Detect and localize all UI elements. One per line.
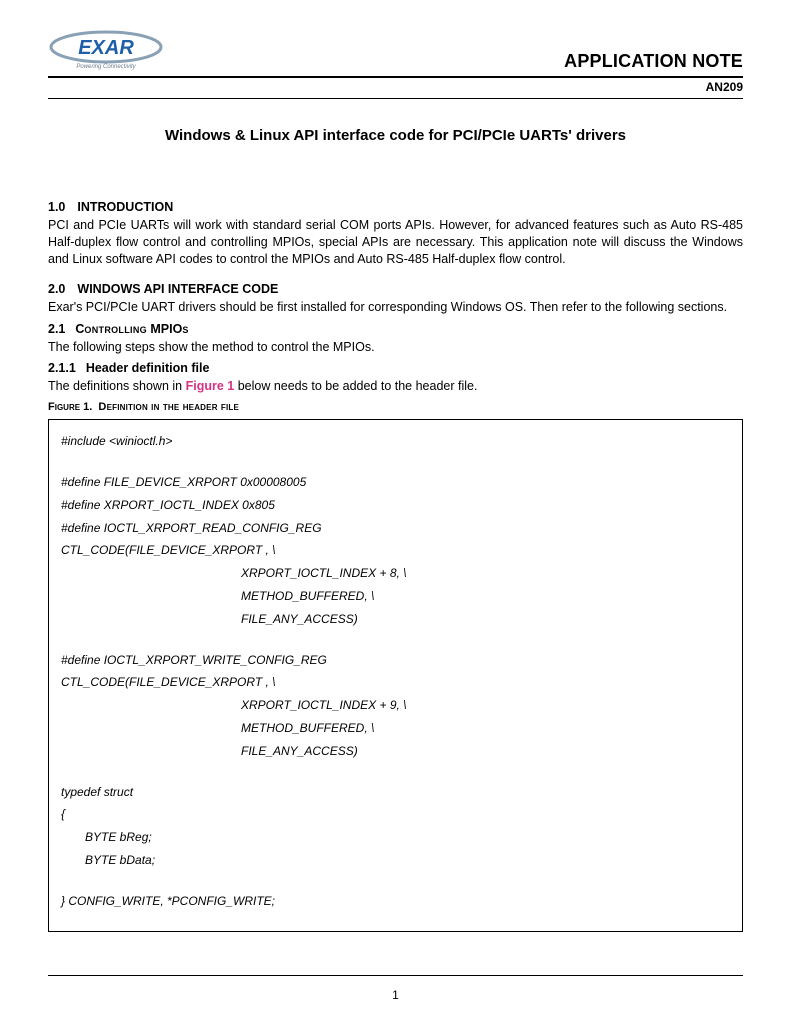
section-2-body: Exar's PCI/PCIe UART drivers should be f… <box>48 299 743 316</box>
figure-title: Definition in the header file <box>98 401 239 413</box>
section-2-heading: 2.0 WINDOWS API INTERFACE CODE <box>48 282 743 296</box>
page-header: EXAR Powering Connectivity APPLICATION N… <box>48 30 743 78</box>
section-2-1-1-heading: 2.1.1 Header definition file <box>48 361 743 375</box>
section-1-body: PCI and PCIe UARTs will work with standa… <box>48 217 743 268</box>
section-2-1-heading: 2.1 Controlling MPIOs <box>48 322 743 336</box>
section-number: 2.1.1 <box>48 361 76 375</box>
section-number: 2.0 <box>48 282 65 296</box>
section-title: Controlling MPIOs <box>75 322 188 336</box>
code-line: } CONFIG_WRITE, *PCONFIG_WRITE; <box>61 890 730 913</box>
code-line: #define IOCTL_XRPORT_READ_CONFIG_REG <box>61 517 730 540</box>
code-line: #include <winioctl.h> <box>61 430 730 453</box>
code-line: XRPORT_IOCTL_INDEX + 8, \ <box>61 562 730 585</box>
section-2-1-1-body: The definitions shown in Figure 1 below … <box>48 378 743 395</box>
figure-1-code-box: #include <winioctl.h> #define FILE_DEVIC… <box>48 419 743 931</box>
brand-logo: EXAR Powering Connectivity <box>48 30 168 72</box>
figure-number: Figure 1. <box>48 401 92 413</box>
figure-reference: Figure 1 <box>186 379 235 393</box>
code-line: BYTE bReg; <box>61 826 730 849</box>
code-line: XRPORT_IOCTL_INDEX + 9, \ <box>61 694 730 717</box>
section-number: 1.0 <box>48 200 65 214</box>
logo-brand-text: EXAR <box>78 37 134 59</box>
section-title: INTRODUCTION <box>77 200 173 214</box>
figure-1-caption: Figure 1. Definition in the header file <box>48 401 743 413</box>
section-2-1-body: The following steps show the method to c… <box>48 339 743 356</box>
code-line: CTL_CODE(FILE_DEVICE_XRPORT , \ <box>61 539 730 562</box>
logo-tagline-text: Powering Connectivity <box>76 64 136 70</box>
code-line: FILE_ANY_ACCESS) <box>61 608 730 631</box>
code-line: #define IOCTL_XRPORT_WRITE_CONFIG_REG <box>61 649 730 672</box>
code-line: CTL_CODE(FILE_DEVICE_XRPORT , \ <box>61 671 730 694</box>
code-line: METHOD_BUFFERED, \ <box>61 717 730 740</box>
section-title: WINDOWS API INTERFACE CODE <box>77 282 278 296</box>
code-line: typedef struct <box>61 781 730 804</box>
page-number: 1 <box>0 988 791 1002</box>
code-line: FILE_ANY_ACCESS) <box>61 740 730 763</box>
code-line: METHOD_BUFFERED, \ <box>61 585 730 608</box>
code-line: { <box>61 803 730 826</box>
code-line: #define XRPORT_IOCTL_INDEX 0x805 <box>61 494 730 517</box>
code-line: BYTE bData; <box>61 849 730 872</box>
code-line: #define FILE_DEVICE_XRPORT 0x00008005 <box>61 471 730 494</box>
exar-logo-icon: EXAR Powering Connectivity <box>48 30 168 72</box>
section-number: 2.1 <box>48 322 65 336</box>
section-1-heading: 1.0 INTRODUCTION <box>48 200 743 214</box>
section-title: Header definition file <box>86 361 210 375</box>
doc-number: AN209 <box>48 78 743 99</box>
application-note-label: APPLICATION NOTE <box>564 51 743 72</box>
footer-rule <box>48 975 743 976</box>
document-title: Windows & Linux API interface code for P… <box>48 127 743 144</box>
